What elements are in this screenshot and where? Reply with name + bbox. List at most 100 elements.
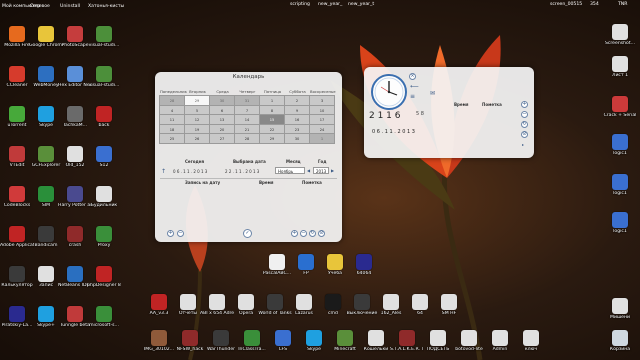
selected-date-value: 2 2 . 1 1 . 2 0 1 3 — [225, 169, 260, 174]
remove-note-icon[interactable]: − — [300, 230, 307, 237]
clear-icon[interactable]: ⊘ — [521, 131, 528, 138]
desktop-icon[interactable]: LFS — [266, 330, 300, 352]
up-arrow-icon[interactable]: ↑ — [161, 168, 166, 175]
desktop-icon[interactable]: Crack + Serial — [603, 96, 637, 118]
desktop-icon[interactable]: S12 — [87, 146, 121, 168]
desktop-icon[interactable]: Лист 1 — [603, 56, 637, 78]
top-label[interactable]: Хатонья-кисты — [88, 4, 124, 9]
top-label[interactable]: screen_00515 — [550, 2, 582, 7]
app-icon — [67, 146, 83, 162]
desktop-icon[interactable]: SM HF — [432, 294, 466, 316]
selected-date-header: Выбрана дата — [233, 159, 266, 164]
calendar-day-cell[interactable]: 29 — [259, 133, 285, 144]
app-icon — [612, 96, 628, 112]
desktop-icon[interactable]: Skype — [297, 330, 331, 352]
desktop-icon[interactable]: Proxy — [87, 226, 121, 248]
add-icon[interactable]: + — [167, 230, 174, 237]
app-icon — [354, 294, 370, 310]
close-icon[interactable]: × — [409, 73, 416, 80]
desktop-icon-label: logic1 — [613, 229, 627, 234]
remove-icon[interactable]: − — [521, 111, 528, 118]
desktop-icon[interactable]: Будильник — [87, 186, 121, 208]
desktop-icon-label: Crack + Serial — [603, 113, 637, 118]
calendar-day-cell[interactable]: 1 — [309, 133, 335, 144]
analog-clock — [371, 74, 407, 110]
desktop-icon[interactable]: Мишени — [603, 298, 637, 320]
desktop-icon-label: botovod-lite — [455, 347, 483, 352]
desktop-icon[interactable]: Корзина — [603, 330, 637, 352]
app-icon — [267, 294, 283, 310]
next-arrow-icon[interactable]: ▶ — [331, 168, 334, 173]
clear-icon[interactable]: ⊘ — [318, 230, 325, 237]
refresh-icon[interactable]: ↻ — [521, 121, 528, 128]
desktop-icon[interactable]: botovod-lite — [452, 330, 486, 352]
desktop-icon[interactable]: ПОДСЕТЬ — [421, 330, 455, 352]
desktop-icon[interactable]: NFSW_hack — [173, 330, 207, 352]
desktop-icon[interactable]: back — [87, 106, 121, 128]
desktop-icon[interactable]: logic1 — [603, 134, 637, 156]
top-label[interactable]: new_year_ — [318, 2, 342, 7]
month-select[interactable]: Ноябрь — [275, 167, 305, 174]
top-label[interactable]: TNR — [618, 2, 627, 7]
app-icon — [96, 66, 112, 82]
app-icon — [67, 106, 83, 122]
top-label[interactable]: Сетевое — [30, 4, 50, 9]
desktop-icon[interactable]: Admin — [483, 330, 517, 352]
desktop-icon[interactable]: IMG_30102... — [142, 330, 176, 352]
desktop-icon[interactable]: phpDesigner 8 — [87, 266, 121, 288]
app-icon — [67, 26, 83, 42]
app-icon — [325, 294, 341, 310]
app-icon — [383, 294, 399, 310]
desktop-icon-label: Minecraft — [334, 347, 356, 352]
calendar-day-cell[interactable]: 27 — [209, 133, 235, 144]
year-select[interactable]: 2013 — [313, 167, 329, 174]
calendar-day-cell[interactable]: 28 — [234, 133, 260, 144]
add-note-icon[interactable]: + — [291, 230, 298, 237]
app-icon — [612, 134, 628, 150]
prev-arrow-icon[interactable]: ◀ — [307, 168, 310, 173]
note-header: Запись на дату — [185, 180, 221, 185]
app-icon — [67, 226, 83, 242]
calendar-day-cell[interactable]: 25 — [159, 133, 185, 144]
desktop-icon-label: Screenshot... — [604, 41, 636, 46]
desktop-icon[interactable]: 64064 — [347, 254, 381, 276]
desktop-icon[interactable]: InClassTra... — [235, 330, 269, 352]
app-icon — [612, 174, 628, 190]
desktop-icon[interactable]: microsoft-s... — [87, 306, 121, 328]
app-icon — [612, 24, 628, 40]
app-icon — [38, 226, 54, 242]
top-label[interactable]: new_year_t — [348, 2, 374, 7]
top-label[interactable]: Uninstall — [60, 4, 80, 9]
confirm-check-icon[interactable]: ✓ — [243, 229, 252, 238]
envelope-icon[interactable]: ✉ — [430, 90, 435, 97]
menu-icon[interactable]: ≡ — [410, 93, 415, 100]
desktop-icon[interactable]: Кошельки — [359, 330, 393, 352]
app-icon — [67, 66, 83, 82]
calendar-day-cell[interactable]: 30 — [284, 133, 310, 144]
refresh-icon[interactable]: ↻ — [309, 230, 316, 237]
desktop-icon[interactable]: S.T.A.L.K.E.R. Тень Чер... — [390, 330, 424, 352]
top-label[interactable]: 354 — [590, 2, 599, 7]
app-icon — [306, 330, 322, 346]
forward-arrow-icon[interactable]: ▸ — [522, 142, 524, 147]
desktop-icon[interactable]: Screenshot... — [603, 24, 637, 46]
desktop-icon[interactable]: logic1 — [603, 174, 637, 196]
remove-icon[interactable]: − — [177, 230, 184, 237]
app-icon — [238, 294, 254, 310]
desktop-icon-label: Skype — [307, 347, 321, 352]
desktop-icon[interactable]: ключ — [514, 330, 548, 352]
app-icon — [492, 330, 508, 346]
add-icon[interactable]: + — [521, 101, 528, 108]
top-label[interactable]: scripting — [290, 2, 310, 7]
desktop-icon[interactable]: visual-studi... — [87, 26, 121, 48]
desktop-icon[interactable]: logic1 — [603, 212, 637, 234]
desktop-icon[interactable]: Minecraft — [328, 330, 362, 352]
desktop-icon[interactable]: visual-studi... — [87, 66, 121, 88]
desktop-icon-label: visual-studi... — [88, 83, 120, 88]
calendar-day-cell[interactable]: 26 — [184, 133, 210, 144]
back-arrow-icon[interactable]: ⟵ — [410, 83, 419, 90]
app-icon — [67, 186, 83, 202]
calendar-gadget: Календарь Понедельник Вторник Среда Четв… — [155, 72, 342, 242]
desktop-icon[interactable]: WarThunder — [204, 330, 238, 352]
desktop-icon-label: IMG_30102... — [143, 347, 175, 352]
